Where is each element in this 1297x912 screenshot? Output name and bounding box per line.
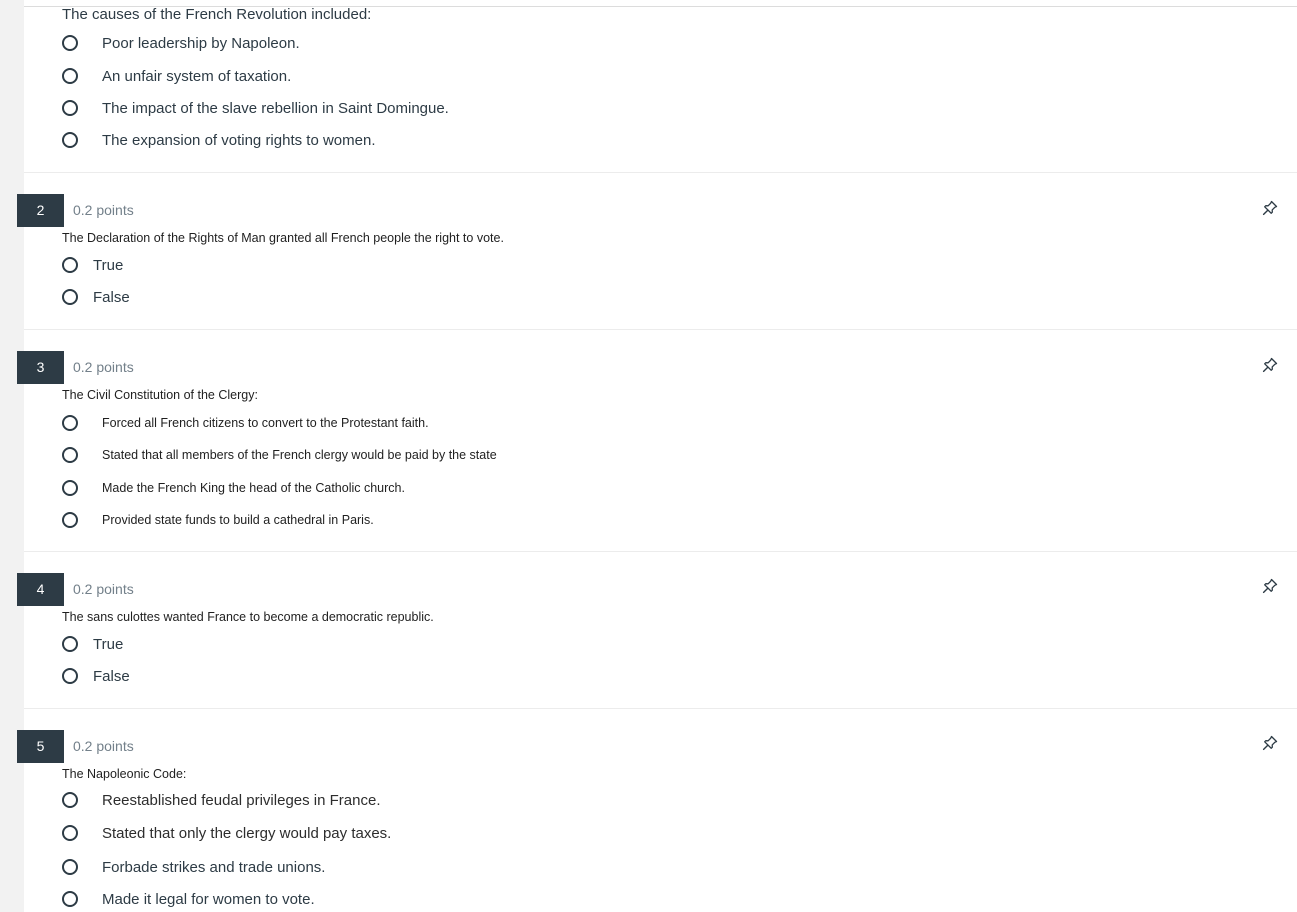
answer-label: The impact of the slave rebellion in Sai… — [102, 99, 449, 117]
radio-unselected-icon[interactable] — [62, 512, 78, 528]
radio-unselected-icon[interactable] — [62, 132, 78, 148]
radio-unselected-icon[interactable] — [62, 35, 78, 51]
question-1-answer-4[interactable]: The expansion of voting rights to women. — [62, 129, 376, 151]
question-1-answer-2[interactable]: An unfair system of taxation. — [62, 65, 291, 87]
radio-unselected-icon[interactable] — [62, 289, 78, 305]
question-divider — [24, 708, 1297, 709]
question-1-text: The causes of the French Revolution incl… — [62, 6, 372, 23]
radio-unselected-icon[interactable] — [62, 415, 78, 431]
answer-label: True — [93, 256, 124, 274]
answer-label: Stated that all members of the French cl… — [102, 448, 497, 462]
pin-icon[interactable] — [1261, 199, 1279, 217]
radio-unselected-icon[interactable] — [62, 792, 78, 808]
radio-unselected-icon[interactable] — [62, 859, 78, 875]
question-points: 0.2 points — [73, 738, 134, 754]
question-5-answer-2[interactable]: Stated that only the clergy would pay ta… — [62, 822, 391, 844]
question-points: 0.2 points — [73, 359, 134, 375]
question-divider — [24, 551, 1297, 552]
question-points: 0.2 points — [73, 581, 134, 597]
radio-unselected-icon[interactable] — [62, 891, 78, 907]
question-4-text: The sans culottes wanted France to becom… — [62, 610, 434, 624]
pin-icon[interactable] — [1261, 356, 1279, 374]
pin-icon[interactable] — [1261, 577, 1279, 595]
question-3-text: The Civil Constitution of the Clergy: — [62, 388, 258, 402]
question-number-badge: 5 — [17, 730, 64, 763]
quiz-page: The causes of the French Revolution incl… — [0, 0, 1297, 912]
answer-label: Forced all French citizens to convert to… — [102, 416, 429, 430]
question-points: 0.2 points — [73, 202, 134, 218]
question-1-answer-3[interactable]: The impact of the slave rebellion in Sai… — [62, 97, 449, 119]
pin-icon[interactable] — [1261, 734, 1279, 752]
radio-unselected-icon[interactable] — [62, 257, 78, 273]
question-divider — [24, 329, 1297, 330]
answer-label: Provided state funds to build a cathedra… — [102, 513, 374, 527]
question-3-answer-3[interactable]: Made the French King the head of the Cat… — [62, 477, 405, 499]
question-number-badge: 2 — [17, 194, 64, 227]
question-2-answer-true[interactable]: True — [62, 254, 123, 276]
left-rail — [0, 0, 24, 912]
radio-unselected-icon[interactable] — [62, 668, 78, 684]
radio-unselected-icon[interactable] — [62, 825, 78, 841]
answer-label: False — [93, 667, 130, 685]
answer-label: Stated that only the clergy would pay ta… — [102, 824, 392, 842]
answer-label: Made the French King the head of the Cat… — [102, 481, 405, 495]
question-number-badge: 3 — [17, 351, 64, 384]
question-5-answer-1[interactable]: Reestablished feudal privileges in Franc… — [62, 789, 381, 811]
radio-unselected-icon[interactable] — [62, 480, 78, 496]
radio-unselected-icon[interactable] — [62, 68, 78, 84]
radio-unselected-icon[interactable] — [62, 636, 78, 652]
question-divider — [24, 172, 1297, 173]
answer-label: False — [93, 288, 130, 306]
question-1-answer-1[interactable]: Poor leadership by Napoleon. — [62, 32, 300, 54]
question-5-answer-3[interactable]: Forbade strikes and trade unions. — [62, 856, 325, 878]
radio-unselected-icon[interactable] — [62, 100, 78, 116]
question-5-text: The Napoleonic Code: — [62, 767, 187, 781]
question-2-text: The Declaration of the Rights of Man gra… — [62, 231, 504, 245]
question-5-answer-4[interactable]: Made it legal for women to vote. — [62, 888, 315, 910]
answer-label: True — [93, 635, 124, 653]
answer-label: An unfair system of taxation. — [102, 67, 292, 85]
question-3-answer-2[interactable]: Stated that all members of the French cl… — [62, 444, 497, 466]
question-4-answer-false[interactable]: False — [62, 665, 130, 687]
answer-label: Poor leadership by Napoleon. — [102, 34, 300, 52]
answer-label: Reestablished feudal privileges in Franc… — [102, 791, 381, 809]
question-4-answer-true[interactable]: True — [62, 633, 123, 655]
question-3-answer-4[interactable]: Provided state funds to build a cathedra… — [62, 509, 374, 531]
question-number-badge: 4 — [17, 573, 64, 606]
answer-label: Forbade strikes and trade unions. — [102, 858, 326, 876]
radio-unselected-icon[interactable] — [62, 447, 78, 463]
answer-label: Made it legal for women to vote. — [102, 890, 315, 908]
answer-label: The expansion of voting rights to women. — [102, 131, 376, 149]
question-3-answer-1[interactable]: Forced all French citizens to convert to… — [62, 412, 429, 434]
question-2-answer-false[interactable]: False — [62, 286, 130, 308]
